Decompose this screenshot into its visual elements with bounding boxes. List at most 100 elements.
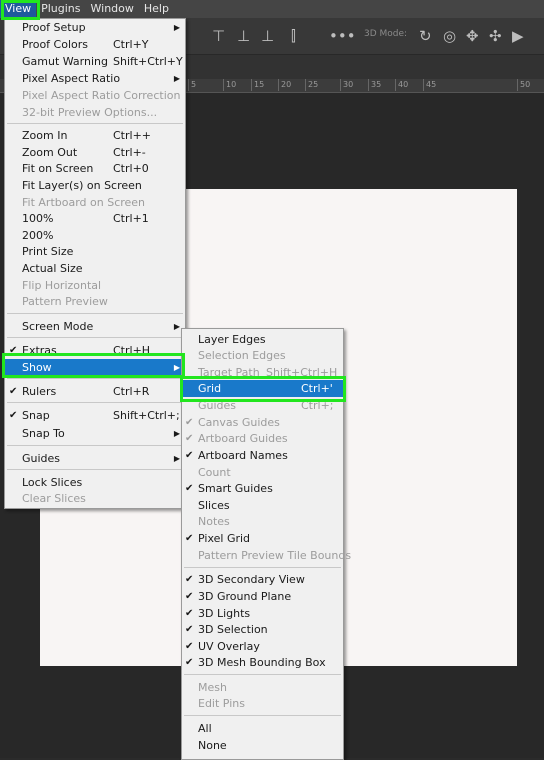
view-menu-item-rulers[interactable]: ✔ Rulers Ctrl+R bbox=[5, 383, 185, 400]
menu-help[interactable]: Help bbox=[139, 0, 174, 18]
checkmark-icon: ✔ bbox=[185, 450, 194, 461]
menu-separator bbox=[184, 674, 341, 675]
menu-separator bbox=[7, 123, 183, 124]
ruler-tick: 45 bbox=[423, 79, 436, 91]
view-menu-item-fit-layers[interactable]: Fit Layer(s) on Screen bbox=[5, 177, 185, 194]
align-vcenter-icon[interactable]: ⊥ bbox=[237, 27, 250, 45]
checkmark-icon: ✔ bbox=[9, 386, 18, 397]
view-menu-item-100[interactable]: 100% Ctrl+1 bbox=[5, 210, 185, 227]
submenu-arrow-icon: ▶ bbox=[173, 454, 180, 463]
menu-separator bbox=[7, 445, 183, 446]
show-item-3d-lights[interactable]: ✔ 3D Lights bbox=[182, 605, 343, 622]
show-item-canvas-guides: ✔ Canvas Guides bbox=[185, 416, 280, 429]
show-item-uv-overlay[interactable]: ✔ UV Overlay bbox=[182, 638, 343, 655]
annotation-box-grid bbox=[180, 376, 346, 402]
view-menu-item-snap-to[interactable]: Snap To ▶ bbox=[5, 425, 185, 442]
show-item-layer-edges[interactable]: Layer Edges bbox=[182, 331, 343, 348]
checkmark-icon: ✔ bbox=[9, 410, 18, 421]
ruler-tick: 15 bbox=[251, 79, 264, 91]
view-menu-item-zoom-in[interactable]: Zoom In Ctrl++ bbox=[5, 127, 185, 144]
more-options-icon[interactable]: ••• bbox=[329, 27, 356, 45]
align-top-icon[interactable]: ⊤ bbox=[212, 27, 225, 45]
view-menu-item-32bit-preview: 32-bit Preview Options... bbox=[22, 106, 158, 119]
checkmark-icon: ✔ bbox=[185, 483, 194, 494]
checkmark-icon: ✔ bbox=[185, 417, 194, 428]
show-item-artboard-names[interactable]: ✔ Artboard Names bbox=[182, 447, 343, 464]
3d-pan-icon[interactable]: ✥ bbox=[466, 27, 479, 45]
view-menu-item-guides[interactable]: Guides ▶ bbox=[5, 450, 185, 467]
show-item-edit-pins: Edit Pins bbox=[198, 697, 245, 710]
view-menu-item-proof-colors[interactable]: Proof Colors Ctrl+Y bbox=[5, 36, 185, 53]
ruler-tick: 20 bbox=[278, 79, 291, 91]
show-item-pattern-preview-tile-bounds: Pattern Preview Tile Bounds bbox=[198, 549, 352, 562]
show-item-3d-ground-plane[interactable]: ✔ 3D Ground Plane bbox=[182, 588, 343, 605]
view-menu-item-pattern-preview: Pattern Preview bbox=[22, 295, 108, 308]
view-menu-item-actual-size[interactable]: Actual Size bbox=[5, 260, 185, 277]
checkmark-icon: ✔ bbox=[185, 657, 194, 668]
menu-separator bbox=[184, 567, 341, 568]
menu-separator bbox=[7, 402, 183, 403]
3d-mode-label: 3D Mode: bbox=[364, 29, 408, 39]
view-menu-item-gamut-warning[interactable]: Gamut Warning Shift+Ctrl+Y bbox=[5, 53, 185, 70]
3d-orbit-icon[interactable]: ↻ bbox=[419, 27, 432, 45]
view-menu-item-pixel-aspect-ratio[interactable]: Pixel Aspect Ratio ▶ bbox=[5, 70, 185, 87]
submenu-arrow-icon: ▶ bbox=[173, 74, 180, 83]
3d-roll-icon[interactable]: ◎ bbox=[443, 27, 456, 45]
view-menu-item-pixel-aspect-ratio-correction: Pixel Aspect Ratio Correction bbox=[22, 89, 181, 102]
view-menu-item-proof-setup[interactable]: Proof Setup ▶ bbox=[5, 19, 185, 36]
ruler-tick: 25 bbox=[305, 79, 318, 91]
checkmark-icon: ✔ bbox=[185, 608, 194, 619]
show-item-mesh: Mesh bbox=[198, 681, 227, 694]
view-menu-item-flip-horizontal: Flip Horizontal bbox=[22, 279, 102, 292]
show-item-artboard-guides: ✔ Artboard Guides bbox=[185, 432, 288, 445]
show-item-3d-secondary-view[interactable]: ✔ 3D Secondary View bbox=[182, 571, 343, 588]
show-item-none[interactable]: None bbox=[182, 737, 343, 754]
show-item-3d-selection[interactable]: ✔ 3D Selection bbox=[182, 621, 343, 638]
show-item-slices[interactable]: Slices bbox=[182, 497, 343, 514]
checkmark-icon: ✔ bbox=[185, 591, 194, 602]
menu-separator bbox=[7, 337, 183, 338]
view-menu-item-fit-on-screen[interactable]: Fit on Screen Ctrl+0 bbox=[5, 160, 185, 177]
annotation-box-view bbox=[1, 0, 40, 20]
menu-separator bbox=[184, 715, 341, 716]
menu-bar: View Plugins Window Help bbox=[0, 0, 544, 18]
view-menu-item-screen-mode[interactable]: Screen Mode ▶ bbox=[5, 318, 185, 335]
checkmark-icon: ✔ bbox=[185, 574, 194, 585]
view-menu-item-200[interactable]: 200% bbox=[5, 227, 185, 244]
align-bottom-icon[interactable]: ⊥ bbox=[261, 27, 274, 45]
checkmark-icon: ✔ bbox=[185, 433, 194, 444]
show-item-notes: Notes bbox=[198, 515, 230, 528]
menu-plugins[interactable]: Plugins bbox=[36, 0, 85, 18]
annotation-box-show bbox=[2, 353, 185, 378]
ruler-tick: 30 bbox=[340, 79, 353, 91]
ruler-tick: 40 bbox=[395, 79, 408, 91]
show-item-count: Count bbox=[198, 466, 231, 479]
menu-window[interactable]: Window bbox=[86, 0, 139, 18]
view-menu: Proof Setup ▶ Proof Colors Ctrl+Y Gamut Wa… bbox=[4, 18, 186, 509]
view-menu-item-snap[interactable]: ✔ Snap Shift+Ctrl+; bbox=[5, 407, 185, 424]
checkmark-icon: ✔ bbox=[185, 533, 194, 544]
view-menu-item-print-size[interactable]: Print Size bbox=[5, 243, 185, 260]
3d-slide-icon[interactable]: ✣ bbox=[489, 27, 502, 45]
view-menu-item-fit-artboard: Fit Artboard on Screen bbox=[22, 196, 146, 209]
show-item-all[interactable]: All bbox=[182, 720, 343, 737]
menu-separator bbox=[7, 378, 183, 379]
view-menu-item-clear-slices: Clear Slices bbox=[22, 492, 86, 505]
ruler-tick: 10 bbox=[223, 79, 236, 91]
submenu-arrow-icon: ▶ bbox=[173, 23, 180, 32]
menu-separator bbox=[7, 469, 183, 470]
submenu-arrow-icon: ▶ bbox=[173, 322, 180, 331]
view-menu-item-lock-slices[interactable]: Lock Slices bbox=[5, 474, 185, 491]
show-item-smart-guides[interactable]: ✔ Smart Guides bbox=[182, 480, 343, 497]
3d-camera-icon[interactable]: ▶ bbox=[512, 27, 524, 45]
show-item-pixel-grid[interactable]: ✔ Pixel Grid bbox=[182, 530, 343, 547]
view-menu-item-zoom-out[interactable]: Zoom Out Ctrl+- bbox=[5, 144, 185, 161]
ruler-tick: 50 bbox=[517, 79, 530, 91]
checkmark-icon: ✔ bbox=[185, 641, 194, 652]
ruler-tick: 5 bbox=[188, 79, 196, 91]
show-item-selection-edges: Selection Edges bbox=[198, 349, 286, 362]
show-item-3d-mesh-bounding-box[interactable]: ✔ 3D Mesh Bounding Box bbox=[182, 654, 343, 671]
distribute-icon[interactable]: ⫿ bbox=[291, 27, 296, 45]
submenu-arrow-icon: ▶ bbox=[173, 429, 180, 438]
menu-separator bbox=[7, 313, 183, 314]
